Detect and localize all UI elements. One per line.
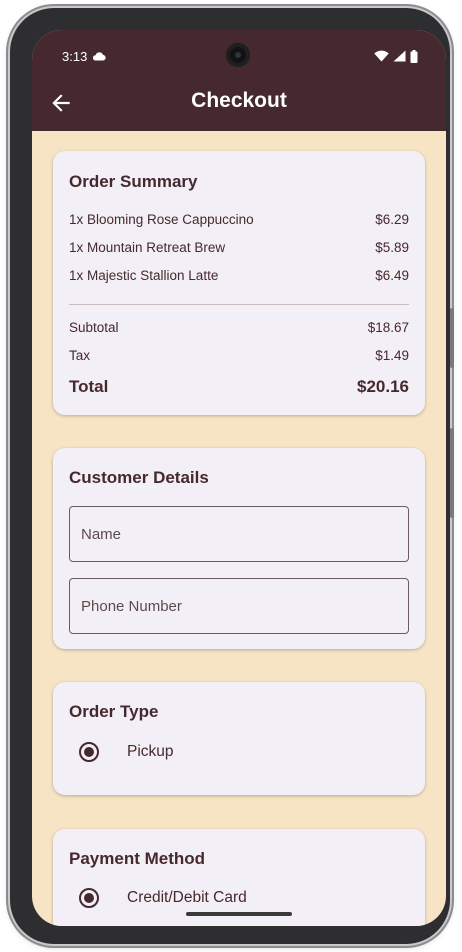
tax-value: $1.49 bbox=[375, 348, 409, 363]
order-summary-heading: Order Summary bbox=[69, 172, 198, 191]
status-time: 3:13 bbox=[62, 48, 88, 64]
order-item-label: 1x Mountain Retreat Brew bbox=[69, 240, 226, 255]
customer-details-card: Customer Details bbox=[53, 448, 425, 649]
order-summary-card: Order Summary 1x Blooming Rose Cappuccin… bbox=[53, 151, 425, 415]
order-item-row: 1x Majestic Stallion Latte $6.49 bbox=[69, 268, 409, 283]
screen: 3:13 Checkout Order Summary 1x Blooming … bbox=[32, 30, 446, 926]
tax-label: Tax bbox=[69, 348, 91, 363]
phone-frame: 3:13 Checkout Order Summary 1x Blooming … bbox=[10, 8, 454, 944]
app-bar: 3:13 Checkout bbox=[32, 30, 446, 131]
wifi-icon bbox=[374, 50, 389, 62]
total-label: Total bbox=[69, 377, 109, 396]
page-title: Checkout bbox=[191, 89, 287, 112]
payment-method-heading: Payment Method bbox=[69, 849, 206, 868]
power-button bbox=[450, 308, 454, 368]
volume-button bbox=[450, 428, 454, 518]
order-item-price: $6.29 bbox=[375, 212, 409, 227]
summary-divider bbox=[69, 304, 409, 305]
radio-button-selected[interactable] bbox=[79, 888, 99, 908]
name-input[interactable] bbox=[69, 506, 409, 562]
phone-number-input[interactable] bbox=[69, 578, 409, 634]
order-item-row: 1x Blooming Rose Cappuccino $6.29 bbox=[69, 212, 409, 227]
customer-details-heading: Customer Details bbox=[69, 468, 209, 487]
order-item-label: 1x Majestic Stallion Latte bbox=[69, 268, 219, 283]
order-type-card: Order Type Pickup bbox=[53, 682, 425, 795]
credit-card-radio-option[interactable]: Credit/Debit Card bbox=[79, 888, 247, 908]
front-camera bbox=[226, 43, 250, 67]
total-row: Total $20.16 bbox=[69, 377, 409, 397]
subtotal-label: Subtotal bbox=[69, 320, 119, 335]
gesture-home-bar[interactable] bbox=[186, 912, 292, 916]
order-item-label: 1x Blooming Rose Cappuccino bbox=[69, 212, 254, 227]
order-type-heading: Order Type bbox=[69, 702, 159, 721]
battery-icon bbox=[410, 49, 418, 63]
signal-icon bbox=[393, 50, 406, 62]
tax-row: Tax $1.49 bbox=[69, 348, 409, 363]
order-item-row: 1x Mountain Retreat Brew $5.89 bbox=[69, 240, 409, 255]
order-item-price: $5.89 bbox=[375, 240, 409, 255]
credit-card-label: Credit/Debit Card bbox=[127, 889, 247, 906]
cloud-icon bbox=[93, 52, 106, 61]
subtotal-value: $18.67 bbox=[367, 320, 409, 335]
order-item-price: $6.49 bbox=[375, 268, 409, 283]
pickup-radio-option[interactable]: Pickup bbox=[79, 742, 174, 762]
total-value: $20.16 bbox=[357, 377, 409, 396]
subtotal-row: Subtotal $18.67 bbox=[69, 320, 409, 335]
radio-button-selected[interactable] bbox=[79, 742, 99, 762]
pickup-label: Pickup bbox=[127, 743, 174, 760]
